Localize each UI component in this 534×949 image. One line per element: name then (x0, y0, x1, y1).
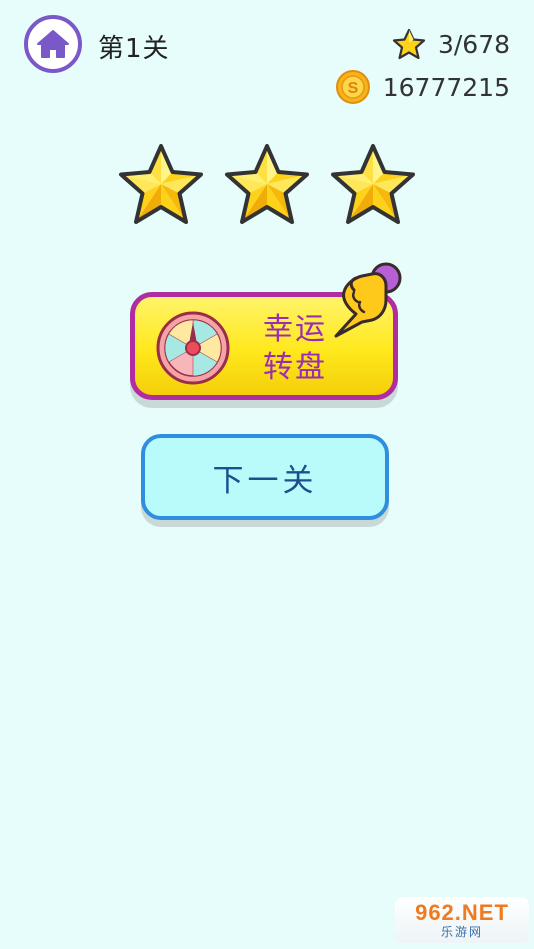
watermark-logo-text: 962.NET (415, 900, 509, 925)
coin-count: 16777215 (382, 72, 510, 102)
coin-icon: S (335, 70, 370, 104)
star-rating (0, 142, 534, 230)
star-counter: 3/678 (392, 27, 510, 61)
watermark-logo: 962.NET 乐游网 (395, 897, 529, 943)
rating-star-icon (331, 144, 415, 224)
lucky-wheel-label-line2: 转盘 (263, 350, 327, 385)
coin-counter: S 16777215 (335, 70, 510, 104)
stars-progress: 3/678 (437, 29, 510, 59)
coin-symbol: S (347, 80, 358, 97)
home-button[interactable] (24, 15, 82, 73)
level-title: 第1关 (98, 34, 170, 64)
watermark-sub-text: 乐游网 (440, 925, 483, 939)
star-icon (392, 28, 426, 60)
rating-star-icon (225, 144, 309, 224)
next-level-button[interactable]: 下一关 (141, 434, 389, 520)
pointing-hand-icon (334, 262, 402, 338)
rating-star-icon (119, 144, 203, 224)
wheel-icon (156, 311, 230, 385)
home-icon (37, 30, 69, 58)
